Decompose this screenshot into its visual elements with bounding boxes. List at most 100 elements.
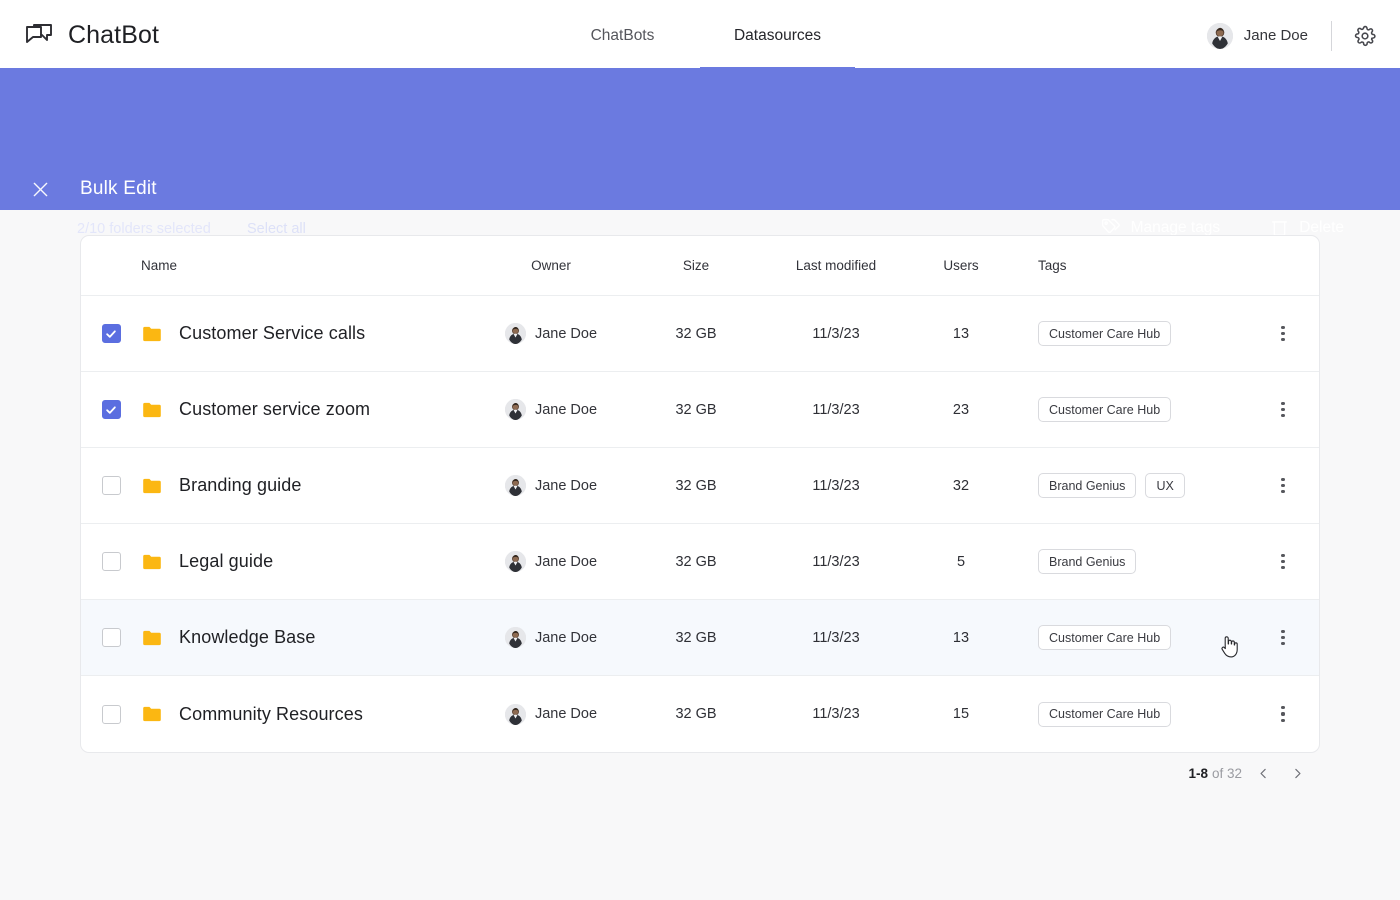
row-users: 13	[952, 325, 970, 342]
row-checkbox[interactable]	[101, 552, 121, 571]
row-menu-cell	[1247, 627, 1319, 649]
tag-chip[interactable]: Brand Genius	[1038, 473, 1137, 498]
table-row[interactable]: Legal guide Jane Doe 32 GB 11/3/23 5 Bra…	[81, 524, 1319, 600]
nav-divider	[1331, 20, 1332, 51]
gear-icon[interactable]	[1352, 23, 1378, 49]
kebab-menu-icon[interactable]	[1272, 475, 1294, 497]
kebab-menu-icon[interactable]	[1272, 399, 1294, 421]
folder-icon	[141, 323, 163, 345]
chat-bubbles-icon	[24, 21, 54, 51]
table-header-row: Name Owner Size Last modified Users Tags	[81, 236, 1319, 296]
row-owner-cell: Jane Doe	[471, 627, 631, 648]
tag-chip[interactable]: Brand Genius	[1038, 549, 1137, 574]
row-name-cell: Customer service zoom	[141, 399, 471, 421]
row-users: 23	[952, 401, 970, 418]
row-checkbox[interactable]	[101, 628, 121, 647]
folder-name: Branding guide	[179, 475, 302, 495]
row-tags-cell: Customer Care Hub	[1011, 625, 1247, 650]
chevron-right-icon[interactable]	[1284, 760, 1310, 786]
row-checkbox[interactable]	[101, 324, 121, 343]
avatar[interactable]	[1206, 22, 1233, 49]
row-last-modified: 11/3/23	[812, 629, 860, 646]
table-row[interactable]: Customer Service calls Jane Doe 32 GB 11…	[81, 296, 1319, 372]
brand-logo[interactable]: ChatBot	[24, 21, 159, 51]
row-owner-cell: Jane Doe	[471, 475, 631, 496]
folder-name: Customer service zoom	[179, 399, 371, 419]
folder-name: Customer Service calls	[179, 323, 366, 343]
kebab-menu-icon[interactable]	[1272, 551, 1294, 573]
row-size: 32 GB	[675, 477, 717, 494]
row-checkbox[interactable]	[101, 476, 121, 495]
row-tags-cell: Customer Care Hub	[1011, 321, 1247, 346]
row-last-modified: 11/3/23	[812, 401, 860, 418]
table-row[interactable]: Branding guide Jane Doe 32 GB 11/3/23 32…	[81, 448, 1319, 524]
row-last-modified: 11/3/23	[812, 477, 860, 494]
row-menu-cell	[1247, 399, 1319, 421]
folder-name: Legal guide	[179, 551, 274, 571]
owner-name: Jane Doe	[534, 325, 598, 342]
row-checkbox-cell	[81, 704, 141, 724]
folder-icon	[141, 627, 163, 649]
chevron-left-icon[interactable]	[1250, 760, 1276, 786]
owner-avatar	[504, 399, 526, 420]
owner-avatar	[504, 551, 526, 572]
owner-name: Jane Doe	[534, 553, 598, 570]
folder-icon	[141, 703, 163, 725]
table-row[interactable]: Customer service zoom Jane Doe 32 GB 11/…	[81, 372, 1319, 448]
owner-avatar	[504, 703, 526, 725]
row-checkbox[interactable]	[101, 704, 121, 724]
close-icon[interactable]	[28, 177, 53, 202]
bulk-edit-banner: Bulk Edit 2/10 folders selected Select a…	[0, 71, 1400, 237]
owner-avatar	[504, 475, 526, 496]
top-navigation-bar: ChatBot ChatBots Datasources Jane Doe	[0, 0, 1400, 71]
manage-tags-label: Manage tags	[1130, 218, 1221, 236]
owner-name: Jane Doe	[534, 629, 598, 646]
pagination-range: 1-8	[1188, 765, 1208, 781]
pagination: 1-8 of 32	[1188, 760, 1310, 786]
table-row[interactable]: Community Resources Jane Doe 32 GB 11/3/…	[81, 676, 1319, 752]
header-users: Users	[943, 257, 979, 273]
row-tags-cell: Customer Care Hub	[1011, 397, 1247, 422]
owner-name: Jane Doe	[534, 477, 598, 494]
row-name-cell: Customer Service calls	[141, 323, 471, 345]
header-tags: Tags	[1038, 258, 1067, 273]
tag-chip[interactable]: Customer Care Hub	[1038, 321, 1172, 346]
nav-tab-list: ChatBots Datasources	[0, 0, 1400, 71]
row-owner-cell: Jane Doe	[471, 399, 631, 420]
bulk-edit-title: Bulk Edit	[80, 178, 157, 199]
row-size: 32 GB	[675, 325, 717, 342]
folder-icon	[141, 399, 163, 421]
owner-avatar	[504, 323, 526, 344]
tag-chip[interactable]: Customer Care Hub	[1038, 701, 1172, 727]
header-name: Name	[141, 258, 178, 273]
owner-avatar	[504, 627, 526, 648]
tag-chip[interactable]: UX	[1145, 473, 1185, 498]
row-size: 32 GB	[675, 706, 717, 722]
table-row[interactable]: Knowledge Base Jane Doe 32 GB 11/3/23 13…	[81, 600, 1319, 676]
tab-chatbots[interactable]: ChatBots	[545, 0, 700, 71]
row-checkbox[interactable]	[101, 400, 121, 419]
user-area: Jane Doe	[1206, 20, 1378, 51]
row-checkbox-cell	[81, 400, 141, 419]
row-name-cell: Legal guide	[141, 551, 471, 573]
header-last-modified: Last modified	[795, 257, 877, 273]
tag-chip[interactable]: Customer Care Hub	[1038, 625, 1172, 650]
kebab-menu-icon[interactable]	[1272, 703, 1294, 725]
delete-label: Delete	[1299, 218, 1344, 236]
row-name-cell: Community Resources	[141, 703, 471, 725]
owner-name: Jane Doe	[534, 706, 598, 722]
user-name[interactable]: Jane Doe	[1244, 27, 1308, 44]
row-checkbox-cell	[81, 628, 141, 647]
row-tags-cell: Brand Genius	[1011, 549, 1247, 574]
folder-name: Knowledge Base	[179, 627, 316, 647]
row-last-modified: 11/3/23	[812, 706, 860, 722]
folder-name: Community Resources	[179, 703, 363, 724]
row-last-modified: 11/3/23	[812, 325, 860, 342]
tag-chip[interactable]: Customer Care Hub	[1038, 397, 1172, 422]
tab-datasources[interactable]: Datasources	[700, 0, 855, 71]
folder-icon	[141, 475, 163, 497]
row-name-cell: Branding guide	[141, 475, 471, 497]
kebab-menu-icon[interactable]	[1272, 627, 1294, 649]
row-users: 5	[956, 553, 966, 570]
kebab-menu-icon[interactable]	[1272, 323, 1294, 345]
